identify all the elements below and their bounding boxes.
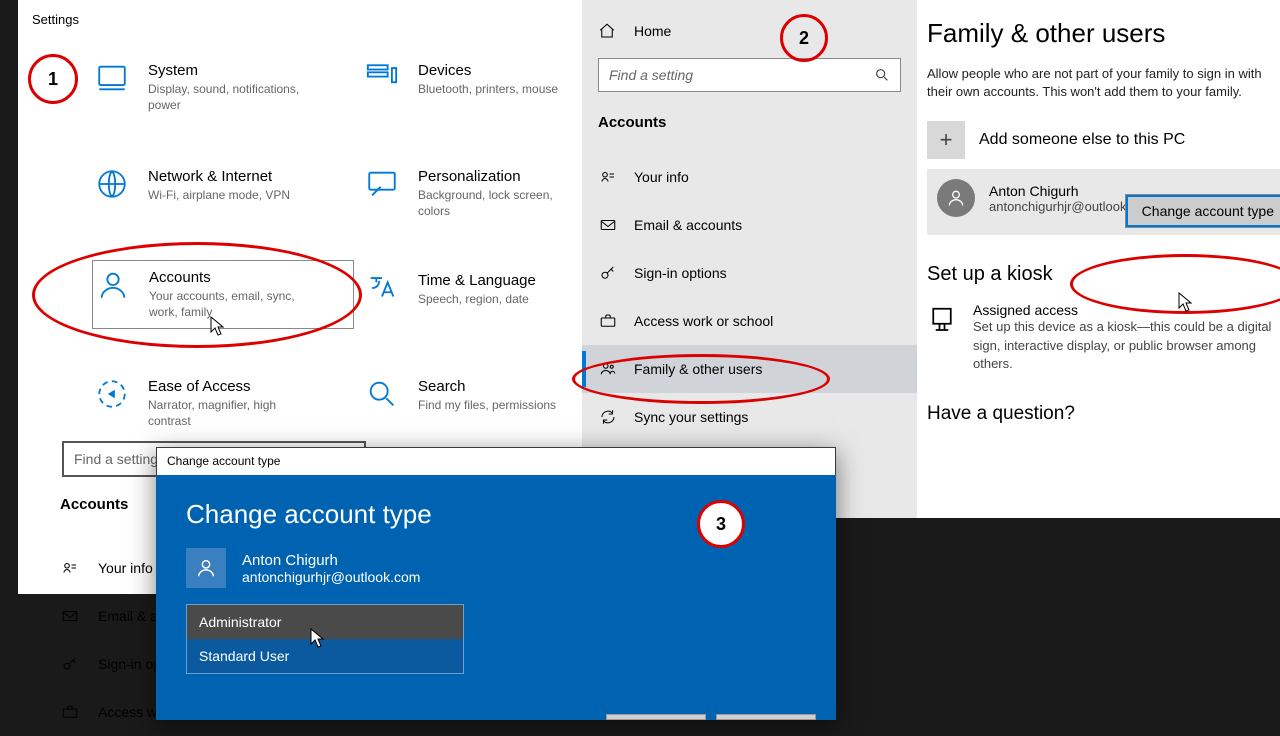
nav-label: Your info — [98, 560, 153, 576]
category-desc: Find my files, permissions — [418, 397, 588, 413]
nav-email-accounts[interactable]: Email & ac — [60, 592, 165, 640]
category-title: System — [148, 62, 346, 79]
cursor-icon — [1178, 292, 1192, 312]
nav-label: Email & accounts — [634, 217, 742, 233]
nav-label: Sign-in options — [634, 265, 727, 281]
nav-email-accounts[interactable]: Email & accounts — [582, 201, 917, 249]
accounts-sidebar-window: Home Find a setting Accounts Your info E… — [582, 0, 917, 518]
nav-label: Sign-in op — [98, 656, 161, 672]
section-heading-accounts: Accounts — [60, 496, 128, 513]
page-description: Allow people who are not part of your fa… — [927, 65, 1280, 101]
category-desc: Speech, region, date — [418, 291, 588, 307]
nav-label: Your info — [634, 169, 689, 185]
paint-icon — [364, 166, 400, 202]
assigned-access-button[interactable]: Assigned access Set up this device as a … — [927, 302, 1280, 373]
category-ease-of-access[interactable]: Ease of Access Narrator, magnifier, high… — [92, 370, 354, 437]
dropdown-option-administrator[interactable]: Administrator — [187, 605, 463, 639]
nav-signin-options[interactable]: Sign-in op — [60, 640, 165, 688]
sync-icon — [598, 407, 618, 427]
nav-label: Sync your settings — [634, 409, 748, 425]
dialog-user-email: antonchigurhjr@outlook.com — [242, 569, 420, 585]
category-system[interactable]: System Display, sound, notifications, po… — [92, 54, 354, 121]
add-user-label: Add someone else to this PC — [979, 131, 1185, 149]
mail-icon — [598, 215, 618, 235]
cursor-icon — [210, 316, 224, 336]
ease-icon — [94, 376, 130, 412]
sidebar-search-input[interactable]: Find a setting — [598, 58, 901, 92]
nav-access-work[interactable]: Access wo — [60, 688, 165, 736]
nav-access-work[interactable]: Access work or school — [582, 297, 917, 345]
avatar-icon — [937, 179, 975, 217]
account-type-dropdown[interactable]: Administrator Standard User — [186, 604, 464, 674]
nav-label: Home — [634, 23, 671, 39]
language-icon — [364, 270, 400, 306]
home-icon — [598, 22, 616, 40]
dialog-cancel-button[interactable] — [716, 714, 816, 720]
page-heading: Family & other users — [927, 18, 1280, 49]
nav-label: Access wo — [98, 704, 165, 720]
dialog-titlebar: Change account type — [156, 447, 836, 475]
search-icon — [874, 67, 890, 83]
devices-icon — [364, 60, 400, 96]
category-title: Network & Internet — [148, 168, 346, 185]
category-desc: Narrator, magnifier, high contrast — [148, 397, 318, 429]
annotation-ellipse-family — [572, 354, 830, 404]
category-desc: Wi-Fi, airplane mode, VPN — [148, 187, 318, 203]
category-title: Ease of Access — [148, 378, 346, 395]
person-card-icon — [60, 558, 80, 578]
dialog-user-info: Anton Chigurh antonchigurhjr@outlook.com — [186, 548, 806, 588]
key-icon — [598, 263, 618, 283]
dialog-button-row — [606, 714, 816, 720]
category-desc: Bluetooth, printers, mouse — [418, 81, 588, 97]
plus-icon: + — [927, 121, 965, 159]
search-placeholder-text: Find a setting — [609, 67, 693, 83]
globe-icon — [94, 166, 130, 202]
sidebar-section-heading: Accounts — [582, 92, 917, 131]
change-account-type-dialog: Change account type Change account type … — [156, 447, 836, 720]
mail-icon — [60, 606, 80, 626]
briefcase-icon — [598, 311, 618, 331]
category-desc: Display, sound, notifications, power — [148, 81, 318, 113]
window-title: Settings — [18, 0, 582, 27]
annotation-ellipse-accounts — [32, 242, 362, 348]
dropdown-option-standard-user[interactable]: Standard User — [187, 639, 463, 673]
cursor-icon — [310, 628, 324, 648]
annotation-badge-3: 3 — [697, 500, 745, 548]
nav-your-info[interactable]: Your info — [60, 544, 165, 592]
person-card-icon — [598, 167, 618, 187]
system-icon — [94, 60, 130, 96]
kiosk-icon — [927, 302, 957, 338]
nav-signin-options[interactable]: Sign-in options — [582, 249, 917, 297]
briefcase-icon — [60, 702, 80, 722]
category-network[interactable]: Network & Internet Wi-Fi, airplane mode,… — [92, 160, 354, 211]
nav-label: Access work or school — [634, 313, 773, 329]
dialog-user-name: Anton Chigurh — [242, 552, 420, 569]
add-user-button[interactable]: + Add someone else to this PC — [927, 121, 1280, 159]
have-a-question-heading: Have a question? — [927, 403, 1280, 425]
annotation-badge-1: 1 — [28, 54, 78, 104]
assigned-access-desc: Set up this device as a kiosk—this could… — [973, 318, 1280, 373]
category-desc: Background, lock screen, colors — [418, 187, 588, 219]
change-account-type-button[interactable]: Change account type — [1126, 195, 1280, 227]
avatar-icon — [186, 548, 226, 588]
nav-home[interactable]: Home — [582, 0, 917, 40]
dialog-ok-button[interactable] — [606, 714, 706, 720]
key-icon — [60, 654, 80, 674]
annotation-badge-2: 2 — [780, 14, 828, 62]
search-icon — [364, 376, 400, 412]
nav-your-info[interactable]: Your info — [582, 153, 917, 201]
other-user-item[interactable]: Anton Chigurh antonchigurhjr@outlook.com… — [927, 169, 1280, 235]
nav-label: Email & ac — [98, 608, 165, 624]
accounts-sidebar-partial: Your info Email & ac Sign-in op Access w… — [60, 544, 165, 736]
